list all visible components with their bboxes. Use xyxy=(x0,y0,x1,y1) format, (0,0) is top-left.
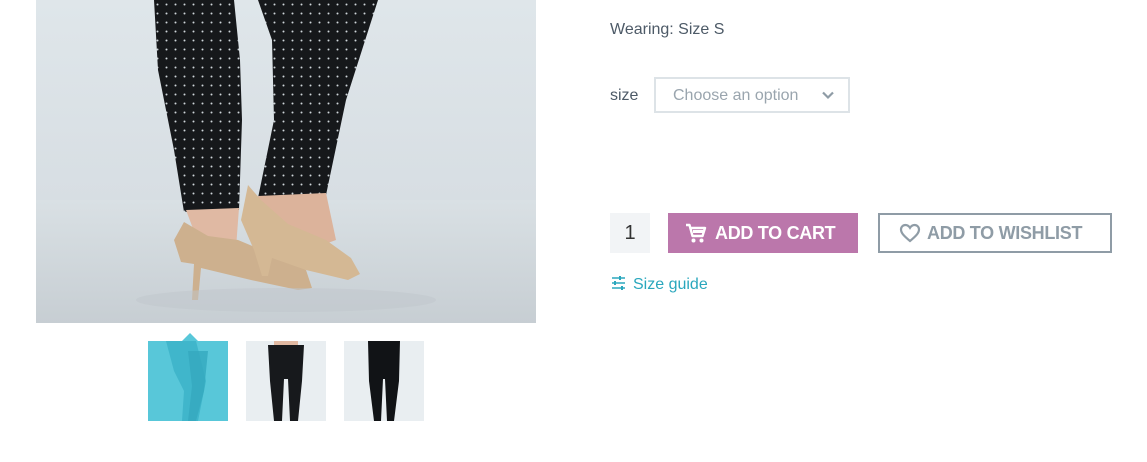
heart-icon xyxy=(899,223,921,243)
thumbnail-3[interactable] xyxy=(344,341,424,421)
thumbnail-2[interactable] xyxy=(246,341,326,421)
size-select[interactable]: Choose an option xyxy=(654,77,850,113)
add-to-cart-button[interactable]: ADD TO CART xyxy=(668,213,858,253)
thumbnail-3-image xyxy=(368,341,400,421)
add-to-wishlist-label: ADD TO WISHLIST xyxy=(927,223,1083,243)
wearing-size-text: Wearing: Size S xyxy=(610,21,725,38)
selected-thumbnail-indicator xyxy=(182,333,198,341)
sliders-icon xyxy=(612,276,625,290)
quantity-input[interactable]: 1 xyxy=(610,213,650,253)
thumbnail-1[interactable] xyxy=(148,341,228,421)
add-to-wishlist-button[interactable]: ADD TO WISHLIST xyxy=(878,213,1112,253)
thumbnail-1-image xyxy=(166,341,208,421)
thumbnail-strip xyxy=(148,341,438,421)
thumbnail-2-image xyxy=(268,341,304,421)
add-to-cart-label: ADD TO CART xyxy=(715,223,836,243)
chevron-down-icon xyxy=(822,91,834,100)
product-photo xyxy=(36,0,536,323)
cart-icon xyxy=(686,223,707,243)
product-page: Wearing: Size S size Choose an option 1 … xyxy=(0,0,1147,462)
size-label: size xyxy=(610,87,639,104)
size-guide-label: Size guide xyxy=(633,276,708,293)
size-select-placeholder: Choose an option xyxy=(673,87,799,104)
main-product-image[interactable] xyxy=(36,0,536,323)
